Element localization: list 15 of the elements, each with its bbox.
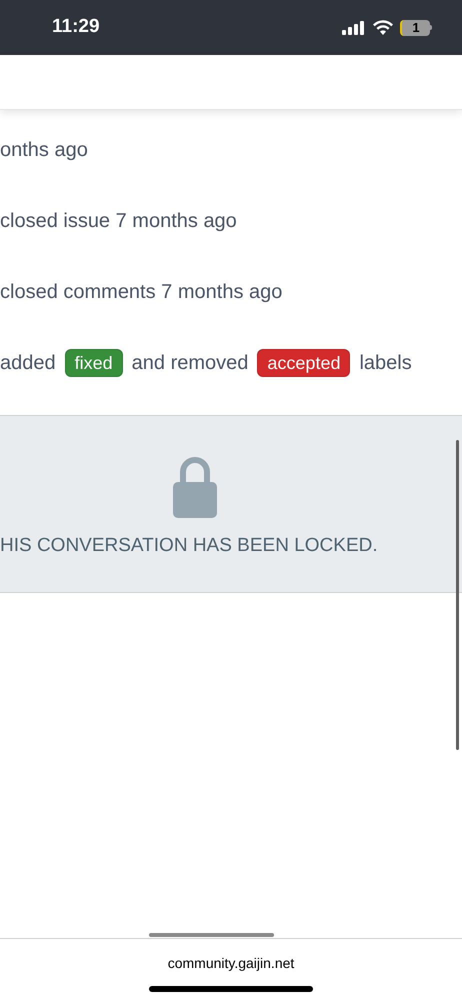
status-time: 11:29 bbox=[52, 15, 100, 40]
signal-icon bbox=[342, 20, 366, 34]
lock-icon bbox=[171, 456, 219, 518]
label-tag[interactable]: fixed bbox=[64, 349, 123, 377]
battery-level: 1 bbox=[412, 21, 420, 34]
activity-text: closed comments 7 months ago bbox=[0, 280, 282, 305]
activity-text: and removed bbox=[132, 351, 248, 376]
label-tag[interactable]: accepted bbox=[257, 349, 350, 377]
url-text[interactable]: community.gaijin.net bbox=[168, 953, 294, 974]
activity-text: onths ago bbox=[0, 138, 88, 163]
locked-message: HIS CONVERSATION HAS BEEN LOCKED. bbox=[0, 534, 378, 558]
wifi-icon bbox=[373, 20, 393, 35]
activity-text: labels bbox=[359, 351, 412, 376]
activity-text: added bbox=[0, 351, 56, 376]
activity-text: closed issue 7 months ago bbox=[0, 209, 237, 234]
